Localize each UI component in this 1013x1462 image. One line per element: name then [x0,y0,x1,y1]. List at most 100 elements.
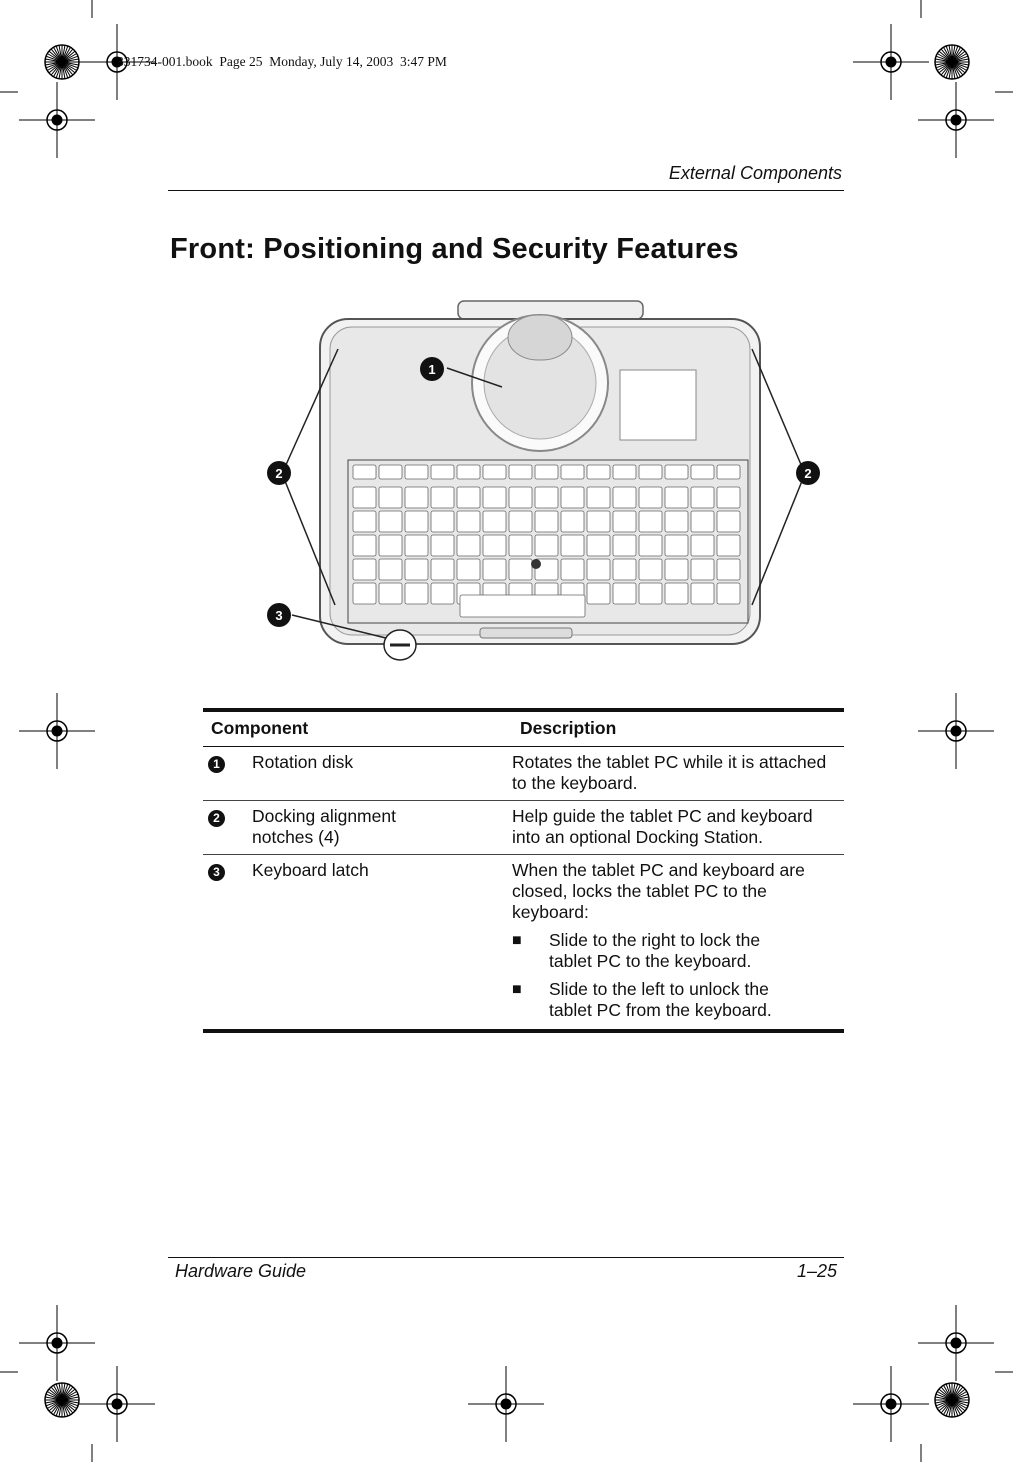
pointing-stick [531,559,541,569]
svg-text:2: 2 [804,466,811,481]
keyboard-key [482,510,507,533]
component-description: Rotates the tablet PC while it is attach… [512,746,844,801]
keyboard-key [716,510,741,533]
keyboard-key [378,486,403,509]
keyboard-key [586,582,611,605]
bullet-icon: ■ [512,981,522,998]
component-name: Docking alignment notches (4) [252,800,512,855]
print-slug: 331734-001.book Page 25 Monday, July 14,… [117,54,447,69]
keyboard-key [508,558,533,581]
callout-3: 3 [267,603,291,627]
keyboard-key [664,534,689,557]
keyboard-key [534,510,559,533]
crosshair-mark [19,82,95,158]
page-title: Front: Positioning and Security Features [170,233,739,265]
keyboard-key [586,510,611,533]
keyboard-key [586,464,611,480]
keyboard-key [716,558,741,581]
keyboard-key [508,510,533,533]
bullet-item: ■ Slide to the right to lock the tablet P… [512,930,761,971]
spacebar [459,594,586,618]
keyboard-illustration: 1 2 2 3 [267,300,820,661]
table-row: 3 Keyboard latch When the tablet PC and … [203,854,844,1033]
keyboard-key [456,558,481,581]
keyboard-key [612,558,637,581]
keyboard-key [430,486,455,509]
keyboard-key [612,510,637,533]
starburst-mark [934,1382,970,1418]
keyboard-key [352,486,377,509]
table-header-row: Component Description [203,708,844,747]
keyboard-key [378,558,403,581]
running-header: External Components [668,163,842,183]
component-name: Rotation disk [252,746,512,801]
palm-rest-button [479,627,573,639]
keyboard-key [534,486,559,509]
keyboard-key [378,464,403,480]
keyboard-key [612,582,637,605]
bullet-icon: ■ [512,932,522,949]
keyboard-key [352,582,377,605]
keyboard-key [378,582,403,605]
starburst-mark [934,44,970,80]
keyboard-key [638,486,663,509]
keyboard-key [638,534,663,557]
footer-book-title: Hardware Guide [175,1261,307,1281]
keyboard-key [404,582,429,605]
crosshair-mark [19,693,95,769]
keyboard-key [456,534,481,557]
callout-2-left: 2 [267,461,291,485]
keyboard-key [716,534,741,557]
keyboard-key [664,464,689,480]
keyboard-key [352,558,377,581]
keyboard-key [352,464,377,480]
starburst-mark [44,44,80,80]
keyboard-key [560,558,585,581]
keyboard-key [690,464,715,480]
keyboard-key [612,486,637,509]
keyboard-key [430,510,455,533]
keyboard-key [612,534,637,557]
keyboard-key [430,558,455,581]
crosshair-mark [79,1366,155,1442]
keyboard-key [664,558,689,581]
keyboard-key [690,558,715,581]
keyboard-key [586,486,611,509]
keyboard-key [508,486,533,509]
keyboard-key [560,534,585,557]
touchpad [619,369,697,441]
keyboard-key [508,534,533,557]
keyboard-key [404,486,429,509]
keyboard-key [456,486,481,509]
footer-rule [168,1257,844,1258]
crosshair-mark [918,1305,994,1381]
keyboard-key [638,464,663,480]
keyboard-key [378,510,403,533]
keyboard-key [482,558,507,581]
header-description: Description [512,708,844,747]
keyboard-key [664,582,689,605]
svg-text:3: 3 [275,608,282,623]
keyboard-key [638,558,663,581]
keyboard-key [664,510,689,533]
crosshair-mark [19,1305,95,1381]
bullet-item: ■ Slide to the left to unlock the tablet … [512,979,772,1020]
keyboard-key [404,464,429,480]
callout-2-right: 2 [796,461,820,485]
keyboard-key [638,510,663,533]
callout-number: 2 [208,810,225,827]
keyboard-key [378,534,403,557]
keyboard-key [404,510,429,533]
footer-page-number: 1–25 [796,1261,837,1281]
keyboard-key [352,510,377,533]
keyboard-key [612,464,637,480]
keyboard-key [690,534,715,557]
keyboard-key [664,486,689,509]
keyboard-key [690,486,715,509]
keyboard-key [690,582,715,605]
keyboard-key [716,486,741,509]
keyboard-key [430,582,455,605]
header-rule [168,190,844,191]
component-table: Component Description 1 Rotation disk Ro… [203,708,844,1033]
header-component: Component [203,708,512,747]
